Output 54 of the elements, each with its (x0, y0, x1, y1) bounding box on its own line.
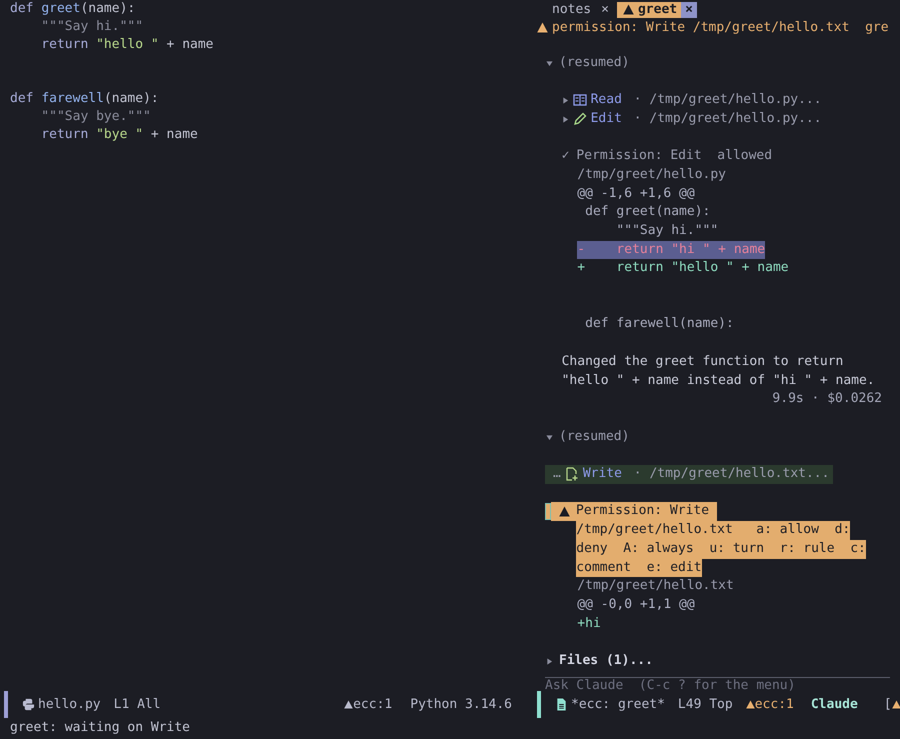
cursor-position: L1 All (114, 697, 161, 712)
diagnostics-indicator[interactable]: ecc:1 (746, 697, 794, 712)
file-path: /tmp/greet/hello.py (577, 166, 726, 184)
diff-line: +hi (577, 614, 601, 633)
warning-icon (622, 4, 634, 15)
code-line: """Say bye.""" (40, 108, 151, 126)
diff-line: def farewell(name): (584, 315, 734, 334)
tab[interactable]: notes × (548, 2, 617, 18)
diff-line: """Say hi.""" (615, 222, 718, 240)
echo-message: greet: waiting on Write (10, 720, 190, 735)
active-window-indicator (4, 691, 8, 718)
section-header[interactable]: (resumed) (546, 54, 630, 72)
section-header[interactable]: Files (1)... (546, 652, 653, 671)
diff-line: + return "hello " + name (577, 259, 789, 278)
warning-icon (559, 506, 570, 518)
python-icon (22, 698, 35, 711)
pencil-icon (572, 112, 587, 126)
tool-call-row[interactable]: … Write · /tmp/greet/hello.txt... (545, 465, 834, 484)
active-window-indicator (537, 691, 541, 718)
input-field[interactable]: Ask Claude (C-c ? for the menu) (545, 677, 890, 691)
document-icon (555, 698, 568, 711)
tool-call-row[interactable]: Read · /tmp/greet/hello.py... (546, 91, 822, 110)
major-mode: Python 3.14.6 (410, 697, 512, 712)
file-plus-icon (564, 467, 579, 482)
tab[interactable]: greet × (616, 2, 697, 18)
major-mode: Claude (810, 697, 858, 712)
close-button[interactable]: × (681, 2, 697, 18)
warning-icon (344, 700, 354, 709)
warning-icon (537, 22, 548, 32)
section-header[interactable]: (resumed) (546, 428, 630, 446)
code-line: return "bye " + name (40, 126, 198, 144)
code-line: """Say hi.""" (40, 18, 144, 36)
code-line: def greet(name): (10, 0, 136, 18)
bracket: [ (884, 697, 892, 712)
response-message: Changed the greet function to return "hello " + name instead of "hi " + name. (562, 352, 876, 390)
cursor-position: L49 Top (678, 697, 733, 712)
buffer-name: *ecc: greet* (571, 697, 665, 712)
response-stats: 9.9s · $0.0262 (771, 390, 882, 408)
book-icon (572, 93, 587, 108)
permission-result: Permission: Edit allowed (576, 147, 772, 166)
warning-icon (892, 700, 900, 709)
hunk-header: @@ -1,6 +1,6 @@ (577, 184, 695, 203)
code-line: def farewell(name): (10, 90, 159, 108)
tool-call-row[interactable]: Edit · /tmp/greet/hello.py... (546, 110, 822, 128)
check-mark: ✓ (562, 147, 570, 166)
file-name: hello.py (38, 697, 101, 712)
status-header: permission: Write /tmp/greet/hello.txt gre (552, 20, 889, 34)
hunk-header: @@ -0,0 +1,1 @@ (577, 596, 695, 614)
file-path: /tmp/greet/hello.txt (577, 577, 734, 596)
diagnostics-indicator[interactable]: ecc:1 (344, 697, 392, 712)
warning-icon (746, 700, 755, 709)
code-line: return "hello " + name (40, 36, 214, 54)
diff-line: def greet(name): (584, 203, 710, 222)
close-button[interactable]: × (597, 2, 613, 18)
